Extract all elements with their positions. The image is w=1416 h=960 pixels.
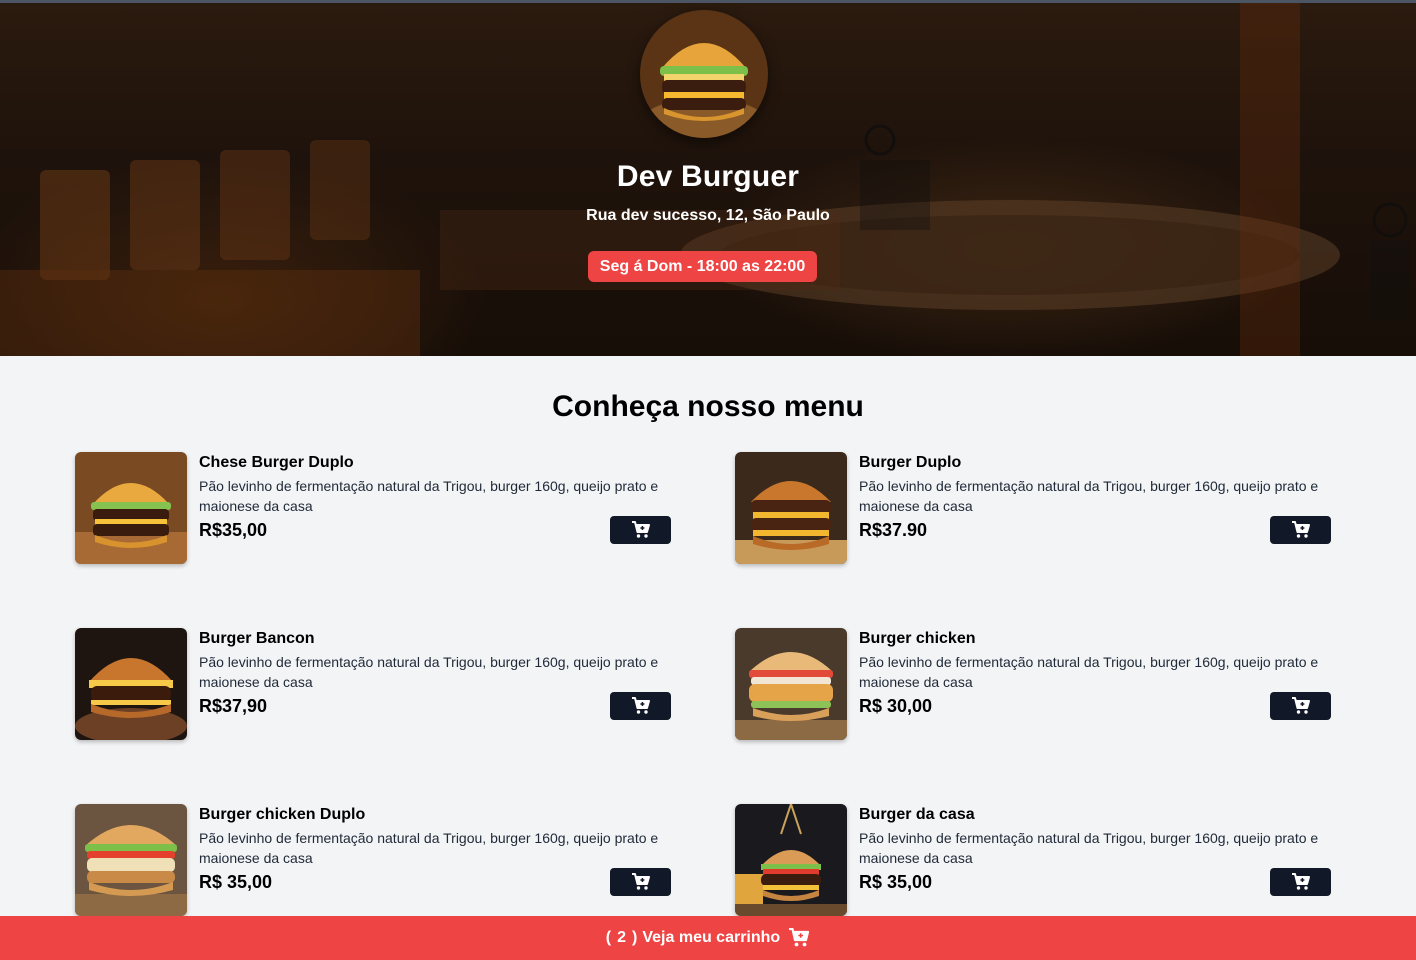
burger-image [735,452,847,564]
item-price: R$35,00 [199,520,268,540]
menu-item: Chese Burger Duplo Pão levinho de fermen… [75,452,672,564]
cart-icon [788,928,810,948]
item-description: Pão levinho de fermentação natural da Tr… [199,830,659,866]
cart-plus-icon [1291,697,1310,714]
add-to-cart-button[interactable] [610,516,671,544]
burger-image [75,452,187,564]
menu-item: Burger da casa Pão levinho de fermentaçã… [735,804,1332,916]
cart-plus-icon [1291,873,1310,890]
restaurant-address: Rua dev sucesso, 12, São Paulo [586,207,830,224]
logo-image [640,10,768,138]
add-to-cart-button[interactable] [610,692,671,720]
item-description: Pão levinho de fermentação natural da Tr… [199,654,659,690]
burger-image [735,628,847,740]
menu-item: Burger chicken Pão levinho de fermentaçã… [735,628,1332,740]
cart-label: Veja meu carrinho [642,929,781,946]
burger-image [735,804,847,916]
add-to-cart-button[interactable] [610,868,671,896]
item-description: Pão levinho de fermentação natural da Tr… [859,654,1319,690]
item-price: R$37.90 [859,520,928,540]
menu-item: Burger chicken Duplo Pão levinho de ferm… [75,804,672,916]
item-name: Chese Burger Duplo [199,454,354,471]
add-to-cart-button[interactable] [1270,868,1331,896]
item-description: Pão levinho de fermentação natural da Tr… [199,478,659,514]
item-name: Burger Duplo [859,454,962,471]
add-to-cart-button[interactable] [1270,516,1331,544]
cart-open-paren: ( [605,929,612,946]
cart-count: 2 [617,929,627,946]
item-name: Burger Bancon [199,630,315,647]
menu-title: Conheça nosso menu [552,390,864,423]
hero-header: Dev Burguer Rua dev sucesso, 12, São Pau… [0,0,1416,356]
hero-content: Dev Burguer Rua dev sucesso, 12, São Pau… [0,0,1416,356]
restaurant-name: Dev Burguer [616,160,800,193]
cart-close-paren: ) [632,929,638,946]
item-name: Burger da casa [859,806,975,823]
cart-plus-icon [631,697,650,714]
menu-item: Burger Bancon Pão levinho de fermentação… [75,628,672,740]
item-description: Pão levinho de fermentação natural da Tr… [859,830,1319,866]
item-price: R$ 35,00 [859,872,933,892]
item-price: R$ 35,00 [199,872,273,892]
cart-plus-icon [631,521,650,538]
item-name: Burger chicken [859,630,976,647]
item-price: R$37,90 [199,696,268,716]
menu-item: Burger Duplo Pão levinho de fermentação … [735,452,1332,564]
burger-image [75,628,187,740]
cart-plus-icon [631,873,650,890]
view-cart-button[interactable]: ( 2 ) Veja meu carrinho [0,916,1416,960]
opening-hours-badge: Seg á Dom - 18:00 as 22:00 [588,251,817,282]
top-border [0,0,1416,3]
burger-image [75,804,187,916]
item-description: Pão levinho de fermentação natural da Tr… [859,478,1319,514]
item-price: R$ 30,00 [859,696,933,716]
add-to-cart-button[interactable] [1270,692,1331,720]
cart-plus-icon [1291,521,1310,538]
item-name: Burger chicken Duplo [199,806,366,823]
